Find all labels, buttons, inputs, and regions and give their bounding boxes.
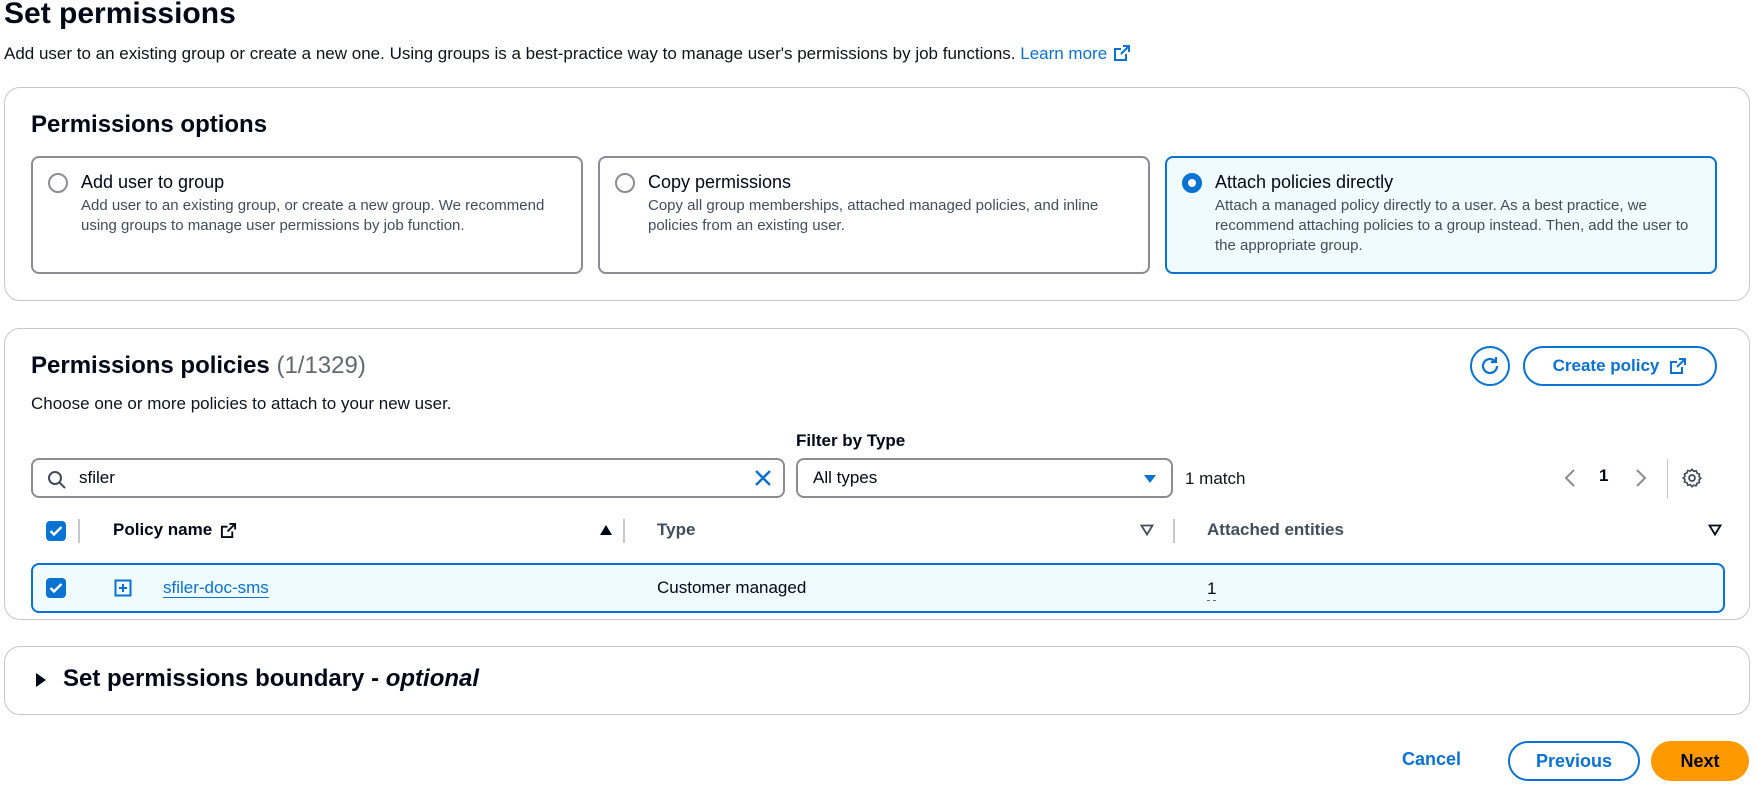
option-description: Copy all group memberships, attached man… [648,197,1099,234]
close-icon[interactable] [753,468,773,488]
boundary-title-text: Set permissions boundary - [63,665,386,692]
column-divider [78,519,80,543]
search-input[interactable]: sfiler [31,458,785,498]
page-description-text: Add user to an existing group or create … [4,44,1016,63]
search-icon [48,471,66,489]
page-title: Set permissions [4,0,236,30]
column-divider [623,519,625,543]
permissions-boundary-panel[interactable]: Set permissions boundary - optional [4,646,1750,715]
permissions-policies-panel: Permissions policies (1/1329) Choose one… [4,328,1750,620]
pagination-divider [1667,459,1668,499]
option-add-user-to-group[interactable]: Add user to group Add user to an existin… [31,156,583,274]
column-header-type[interactable]: Type [657,520,695,540]
external-link-icon [1114,45,1131,61]
match-count: 1 match [1185,469,1246,488]
column-header-policy-name[interactable]: Policy name [113,520,237,540]
search-value: sfiler [79,468,115,487]
expand-plus-icon[interactable] [114,579,132,597]
policy-attached-entities[interactable]: 1 [1207,578,1217,601]
page-description: Add user to an existing group or create … [4,42,1131,66]
policies-count: (1/1329) [276,352,366,379]
external-link-icon [221,522,237,538]
filter-selected-value: All types [813,468,878,487]
next-button[interactable]: Next [1651,741,1749,781]
policies-description: Choose one or more policies to attach to… [31,394,452,413]
next-label: Next [1680,750,1720,771]
column-divider [1173,519,1175,543]
previous-label: Previous [1535,750,1613,771]
sort-ascending-icon[interactable] [599,524,613,536]
permissions-options-heading: Permissions options [31,111,268,138]
gear-icon[interactable] [1681,467,1703,489]
column-label: Policy name [113,520,213,539]
create-policy-button[interactable]: Create policy [1523,346,1717,386]
policies-heading-text: Permissions policies [31,352,270,379]
permissions-policies-heading: Permissions policies (1/1329) [31,351,366,381]
external-link-icon [1670,358,1687,374]
caret-down-icon [1144,475,1156,483]
policy-type: Customer managed [657,578,807,597]
learn-more-link[interactable]: Learn more [1020,44,1131,63]
sort-icon[interactable] [1140,524,1154,536]
previous-button[interactable]: Previous [1508,741,1640,781]
column-header-attached-entities[interactable]: Attached entities [1207,520,1344,540]
option-label: Add user to group [81,172,225,192]
create-policy-label: Create policy [1552,356,1660,375]
option-description: Add user to an existing group, or create… [81,197,545,234]
option-label: Attach policies directly [1215,172,1394,192]
refresh-icon [1481,357,1499,375]
chevron-left-icon[interactable] [1563,468,1577,488]
check-icon [49,583,63,594]
cancel-button[interactable]: Cancel [1402,749,1461,770]
caret-right-icon[interactable] [35,672,47,688]
option-description: Attach a managed policy directly to a us… [1215,197,1689,254]
table-row[interactable]: sfiler-doc-sms Customer managed 1 [31,563,1725,613]
option-copy-permissions[interactable]: Copy permissions Copy all group membersh… [598,156,1150,274]
sort-icon[interactable] [1708,524,1722,536]
radio-attach-policies-directly[interactable] [1182,173,1202,193]
policy-name-link[interactable]: sfiler-doc-sms [163,578,269,598]
permissions-options-panel: Permissions options Add user to group Ad… [4,87,1750,301]
filter-by-type-label: Filter by Type [796,431,906,450]
refresh-button[interactable] [1470,346,1510,386]
option-label: Copy permissions [648,172,792,192]
option-attach-policies-directly[interactable]: Attach policies directly Attach a manage… [1165,156,1717,274]
check-icon [49,526,63,537]
row-checkbox[interactable] [46,578,66,598]
boundary-title-optional: optional [385,665,480,692]
pagination-current-page[interactable]: 1 [1599,466,1608,486]
learn-more-label: Learn more [1020,44,1108,63]
select-all-checkbox[interactable] [46,521,66,541]
table-header: Policy name Type Attached entities [31,509,1725,553]
filter-type-select[interactable]: All types [796,458,1173,498]
radio-add-user-to-group[interactable] [48,173,68,193]
radio-copy-permissions[interactable] [615,173,635,193]
permissions-boundary-heading[interactable]: Set permissions boundary - optional [63,664,479,694]
chevron-right-icon[interactable] [1634,468,1648,488]
